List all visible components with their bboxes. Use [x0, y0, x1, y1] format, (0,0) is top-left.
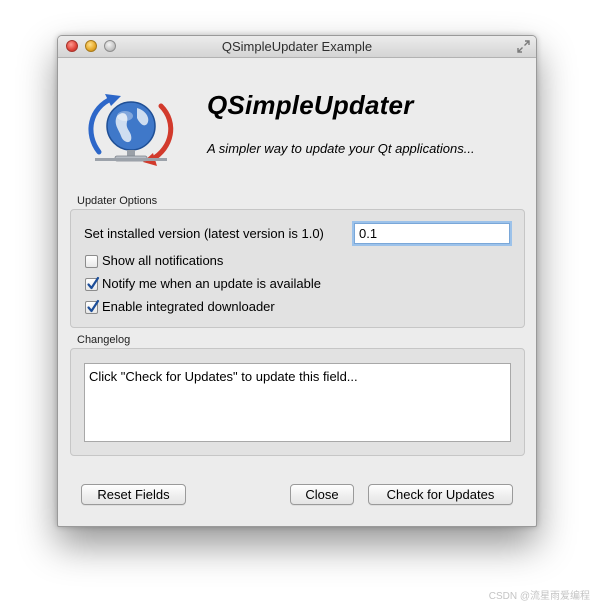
- changelog-label: Changelog: [77, 334, 131, 346]
- installed-version-label: Set installed version (latest version is…: [84, 226, 324, 241]
- reset-fields-button[interactable]: Reset Fields: [81, 484, 186, 505]
- checkmark-icon: [87, 299, 100, 313]
- show-all-notifications-label[interactable]: Show all notifications: [102, 253, 223, 268]
- installed-version-input[interactable]: [354, 223, 510, 244]
- app-window: QSimpleUpdater Example QSimpleUpdater A …: [57, 35, 537, 527]
- app-name-heading: QSimpleUpdater: [207, 90, 414, 120]
- watermark-text: CSDN @流星雨爱编程: [488, 591, 590, 602]
- notify-update-label[interactable]: Notify me when an update is available: [102, 276, 321, 291]
- integrated-downloader-checkbox[interactable]: [85, 299, 100, 314]
- integrated-downloader-label[interactable]: Enable integrated downloader: [102, 299, 275, 314]
- globe-update-icon: [88, 94, 174, 166]
- close-button[interactable]: Close: [290, 484, 354, 505]
- title-bar[interactable]: QSimpleUpdater Example: [58, 36, 536, 58]
- window-title: QSimpleUpdater Example: [221, 39, 373, 54]
- updater-options-label: Updater Options: [77, 195, 158, 207]
- fullscreen-icon[interactable]: [516, 39, 531, 54]
- app-tagline: A simpler way to update your Qt applicat…: [207, 141, 475, 156]
- changelog-textarea[interactable]: Click "Check for Updates" to update this…: [84, 363, 511, 442]
- check-for-updates-button[interactable]: Check for Updates: [368, 484, 513, 505]
- notify-update-checkbox[interactable]: [85, 276, 100, 291]
- show-all-notifications-checkbox[interactable]: [85, 255, 98, 268]
- checkmark-icon: [87, 276, 100, 290]
